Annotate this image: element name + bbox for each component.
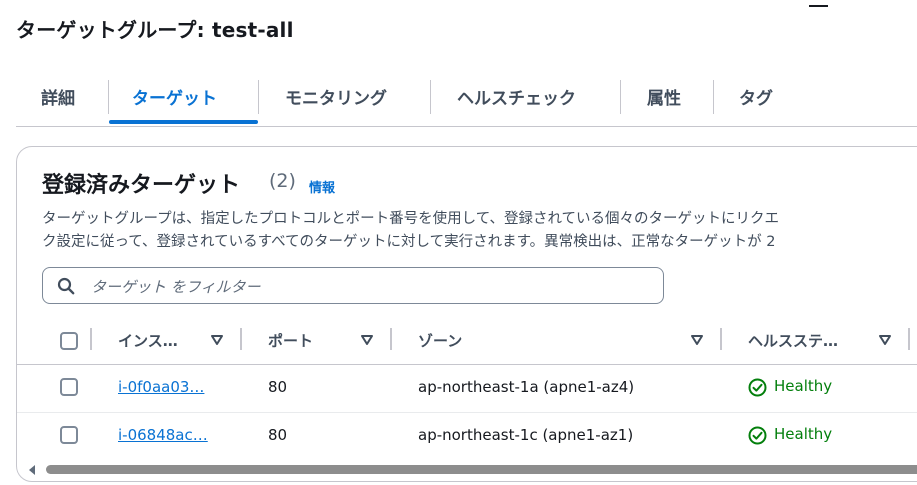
search-input[interactable] xyxy=(89,269,653,304)
column-divider xyxy=(720,328,722,350)
check-circle-icon xyxy=(748,378,767,397)
tab-monitoring[interactable]: モニタリング xyxy=(285,84,387,109)
column-divider xyxy=(240,328,242,350)
description-line: ターゲットグループは、指定したプロトコルとポート番号を使用して、登録されている個… xyxy=(42,211,780,227)
column-divider xyxy=(908,328,910,350)
tab-attributes[interactable]: 属性 xyxy=(647,84,681,109)
zone-cell: ap-northeast-1c (apne1-az1) xyxy=(418,426,634,444)
instance-id-link[interactable]: i-0f0aa03… xyxy=(118,378,204,396)
check-circle-icon xyxy=(748,426,767,445)
active-tab-indicator xyxy=(109,120,258,124)
tab-bar: 詳細 ターゲット モニタリング ヘルスチェック 属性 タグ xyxy=(16,72,917,127)
sort-down-icon[interactable] xyxy=(210,334,224,346)
column-header-port[interactable]: ポート xyxy=(268,330,313,351)
row-checkbox[interactable] xyxy=(60,378,78,396)
tab-details[interactable]: 詳細 xyxy=(41,84,75,109)
zone-cell: ap-northeast-1a (apne1-az4) xyxy=(418,378,635,396)
target-filter xyxy=(42,267,664,304)
select-all-checkbox[interactable] xyxy=(60,332,78,350)
window-minimize-mark xyxy=(809,5,828,7)
tab-divider xyxy=(430,80,431,114)
column-header-zone[interactable]: ゾーン xyxy=(418,330,462,351)
panel-description: ターゲットグループは、指定したプロトコルとポート番号を使用して、登録されている個… xyxy=(42,208,917,254)
tab-divider xyxy=(258,80,259,114)
tab-health-checks[interactable]: ヘルスチェック xyxy=(457,84,576,109)
tab-targets[interactable]: ターゲット xyxy=(132,84,217,109)
column-header-health-status[interactable]: ヘルスステ… xyxy=(748,330,838,351)
table-header: インス… ポート ゾーン ヘルスステ… xyxy=(17,319,917,365)
port-cell: 80 xyxy=(268,426,288,444)
description-line: ク設定に従って、登録されているすべてのターゲットに対して実行されます。異常検出は… xyxy=(42,234,776,250)
health-status-label: Healthy xyxy=(774,425,833,443)
tab-divider xyxy=(713,80,714,114)
sort-down-icon[interactable] xyxy=(360,334,374,346)
target-count: (2) xyxy=(269,170,296,192)
table-row[interactable]: i-0f0aa03… 80 ap-northeast-1a (apne1-az4… xyxy=(17,364,917,413)
tab-tags[interactable]: タグ xyxy=(739,84,773,109)
registered-targets-panel: 登録済みターゲット (2) 情報 ターゲットグループは、指定したプロトコルとポー… xyxy=(16,146,917,482)
scrollbar-thumb[interactable] xyxy=(46,465,917,474)
table-row[interactable]: i-06848ac… 80 ap-northeast-1c (apne1-az1… xyxy=(17,413,917,461)
port-cell: 80 xyxy=(268,378,288,396)
column-divider xyxy=(90,328,92,350)
sort-down-icon[interactable] xyxy=(690,334,704,346)
sort-down-icon[interactable] xyxy=(878,334,892,346)
tab-divider xyxy=(620,80,621,114)
tab-divider xyxy=(108,80,109,114)
instance-id-link[interactable]: i-06848ac… xyxy=(118,426,208,444)
column-header-instance[interactable]: インス… xyxy=(118,330,178,351)
horizontal-scrollbar[interactable] xyxy=(17,460,917,480)
health-status-label: Healthy xyxy=(774,377,833,395)
panel-title: 登録済みターゲット xyxy=(42,173,241,198)
column-divider xyxy=(390,328,392,350)
info-link[interactable]: 情報 xyxy=(309,177,335,196)
page-title: ターゲットグループ: test-all xyxy=(16,18,294,42)
search-icon xyxy=(57,277,75,295)
row-checkbox[interactable] xyxy=(60,426,78,444)
caret-left-icon[interactable] xyxy=(29,465,35,475)
